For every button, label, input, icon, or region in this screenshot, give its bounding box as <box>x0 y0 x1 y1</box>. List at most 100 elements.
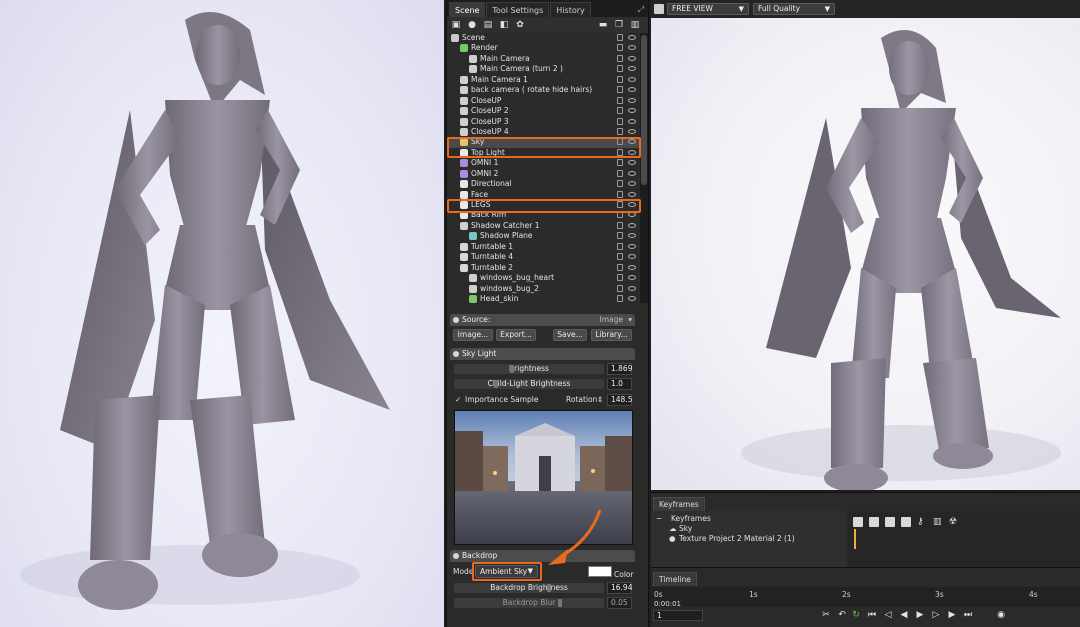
eye-icon[interactable] <box>628 254 636 260</box>
trash-icon[interactable]: ▥ <box>933 517 943 527</box>
lock-icon[interactable] <box>617 190 623 198</box>
lock-icon[interactable] <box>617 253 623 261</box>
lock-icon[interactable] <box>617 159 623 167</box>
tree-item[interactable]: Render <box>447 43 641 53</box>
duplicate-icon[interactable]: ❐ <box>613 19 625 31</box>
backdrop-brightness-slider[interactable]: Backdrop Brightness <box>453 582 605 594</box>
first-frame-icon[interactable]: ⏮ <box>867 610 877 620</box>
image-button[interactable]: Image... <box>453 329 493 341</box>
backdrop-blur-slider[interactable]: Backdrop Blur <box>453 597 605 609</box>
view-dropdown[interactable]: FREE VIEW ▼ <box>667 3 749 15</box>
tree-item[interactable]: CloseUP 2 <box>447 106 641 116</box>
lock-icon[interactable] <box>617 127 623 135</box>
importance-sample-checkbox[interactable]: ✓ <box>455 395 461 405</box>
keyframes-root[interactable]: Keyframes <box>671 514 711 524</box>
source-header[interactable]: Source: Image ▾ <box>450 314 635 326</box>
camera-icon[interactable]: ◧ <box>498 19 510 31</box>
eye-icon[interactable] <box>628 170 636 176</box>
tree-item[interactable]: windows_bug_2 <box>447 284 641 294</box>
lock-icon[interactable] <box>617 169 623 177</box>
eye-icon[interactable] <box>628 76 636 82</box>
lock-icon[interactable] <box>617 263 623 271</box>
prev-key-icon[interactable]: ◁ <box>883 610 893 620</box>
lock-icon[interactable] <box>617 284 623 292</box>
lock-icon[interactable] <box>617 274 623 282</box>
eye-icon[interactable] <box>628 97 636 103</box>
tree-item[interactable]: Turntable 4 <box>447 252 641 262</box>
trash-icon[interactable]: ▥ <box>629 19 641 31</box>
eye-icon[interactable] <box>628 285 636 291</box>
eye-icon[interactable] <box>628 275 636 281</box>
child-light-brightness-slider[interactable]: Child-Light Brightness <box>453 378 605 390</box>
sky-light-header[interactable]: Sky Light <box>450 348 635 360</box>
scene-tree-scrollbar[interactable] <box>640 33 648 303</box>
lock-icon[interactable] <box>617 65 623 73</box>
eye-icon[interactable] <box>628 160 636 166</box>
eye-icon[interactable] <box>628 35 636 40</box>
folder-icon[interactable]: ▬ <box>597 19 609 31</box>
scissors-icon[interactable]: ✂ <box>821 610 831 620</box>
keyframes-track[interactable] <box>848 511 1080 568</box>
tab-tool-settings[interactable]: Tool Settings <box>486 2 550 17</box>
lock-icon[interactable] <box>617 86 623 94</box>
color-icon[interactable]: ✿ <box>514 19 526 31</box>
tab-keyframes[interactable]: Keyframes <box>653 497 705 511</box>
tree-item[interactable]: Directional <box>447 179 641 189</box>
lock-icon[interactable] <box>617 54 623 62</box>
lock-icon[interactable] <box>617 44 623 52</box>
tab-timeline[interactable]: Timeline <box>653 572 697 586</box>
keyframe-item-sky[interactable]: Sky <box>679 524 692 534</box>
tree-item[interactable]: windows_bug_heart <box>447 273 641 283</box>
eye-icon[interactable] <box>628 233 636 239</box>
tree-item[interactable]: Shadow Plane <box>447 231 641 241</box>
lock-icon[interactable] <box>617 34 623 41</box>
viewport-render[interactable] <box>651 18 1080 490</box>
eye-icon[interactable] <box>628 55 636 61</box>
tree-item[interactable]: Turntable 1 <box>447 242 641 252</box>
eye-icon[interactable] <box>628 45 636 51</box>
eye-icon[interactable] <box>628 87 636 93</box>
tree-item[interactable]: Scene <box>447 33 641 43</box>
eye-icon[interactable] <box>628 118 636 124</box>
timeline-ruler[interactable] <box>651 587 1080 607</box>
backdrop-brightness-value[interactable]: 16.94 <box>607 582 632 594</box>
brightness-slider[interactable]: Brightness <box>453 363 605 375</box>
eye-icon[interactable] <box>628 212 636 218</box>
last-frame-icon[interactable]: ⏭ <box>963 610 973 620</box>
lock-icon[interactable] <box>617 221 623 229</box>
cube-icon[interactable]: ▣ <box>450 19 462 31</box>
eye-icon[interactable] <box>628 108 636 114</box>
light-bulb-icon[interactable]: ● <box>466 19 478 31</box>
next-key-icon[interactable]: ▷ <box>931 610 941 620</box>
eye-icon[interactable] <box>628 66 636 72</box>
tree-item[interactable]: CloseUP 3 <box>447 117 641 127</box>
backdrop-blur-value[interactable]: 0.05 <box>607 597 632 609</box>
tree-item[interactable]: CloseUP 4 <box>447 127 641 137</box>
settings-dial-icon[interactable]: ◉ <box>996 610 1006 620</box>
camera-add-icon[interactable]: ▤ <box>482 19 494 31</box>
tab-history[interactable]: History <box>550 2 591 17</box>
frame-field[interactable]: 1 <box>653 610 703 621</box>
lock-icon[interactable] <box>617 180 623 188</box>
eye-icon[interactable] <box>628 243 636 249</box>
library-button[interactable]: Library... <box>591 329 632 341</box>
rotation-value[interactable]: 148.5 <box>607 394 632 406</box>
tree-item[interactable]: OMNI 2 <box>447 169 641 179</box>
viewport-menu-icon[interactable] <box>654 4 664 14</box>
lock-icon[interactable] <box>617 232 623 240</box>
lock-icon[interactable] <box>617 96 623 104</box>
play-icon[interactable]: ▶ <box>915 610 925 620</box>
next-frame-icon[interactable]: ▶ <box>947 610 957 620</box>
lock-icon[interactable] <box>617 242 623 250</box>
eye-icon[interactable] <box>628 181 636 187</box>
tree-item[interactable]: OMNI 1 <box>447 158 641 168</box>
lock-icon[interactable] <box>617 107 623 115</box>
tree-item[interactable]: Turntable 2 <box>447 263 641 273</box>
keyframe-tool-icon-3[interactable] <box>885 517 895 527</box>
eye-icon[interactable] <box>628 191 636 197</box>
eye-icon[interactable] <box>628 264 636 270</box>
tree-item[interactable]: back camera ( rotate hide hairs) <box>447 85 641 95</box>
quality-dropdown[interactable]: Full Quality ▼ <box>753 3 835 15</box>
lock-icon[interactable] <box>617 117 623 125</box>
brightness-value[interactable]: 1.869 <box>607 363 632 375</box>
